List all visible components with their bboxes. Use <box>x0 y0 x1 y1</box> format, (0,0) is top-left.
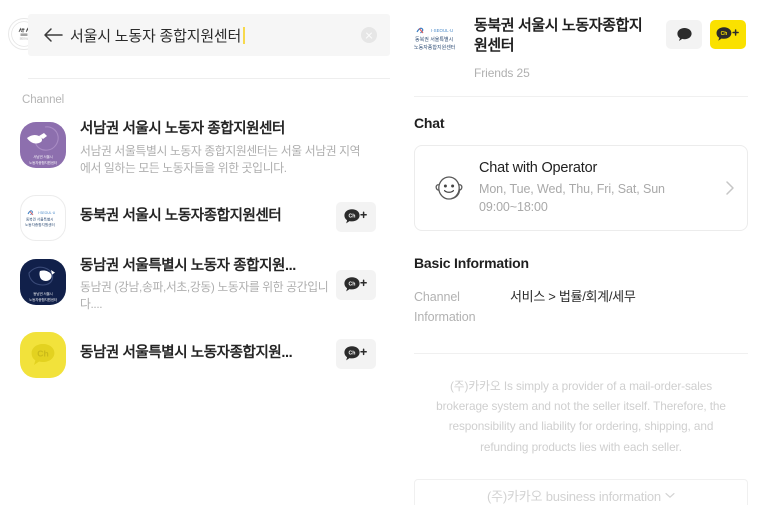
chat-card-title: Chat with Operator <box>479 159 598 176</box>
add-channel-icon: Ch <box>716 27 739 41</box>
search-results-panel: SEOUL 서울시 노동자 종합지원센터 Channel 서남권 서울시 노동자… <box>0 0 390 505</box>
add-channel-button[interactable]: Ch <box>336 201 376 232</box>
avatar-caption: 서남권 서울시 <box>33 155 53 159</box>
header-divider <box>414 95 748 97</box>
add-channel-button[interactable]: Ch <box>336 338 376 369</box>
search-input-text[interactable]: 서울시 노동자 종합지원센터 <box>70 25 352 46</box>
detail-channel-logo: I·SEOUL·U 동북권 서울특별시 노동자종합지원센터 <box>410 14 466 64</box>
avatar-caption: 동남권 서울시 <box>33 291 53 296</box>
search-bar: SEOUL 서울시 노동자 종합지원센터 <box>0 14 390 56</box>
add-channel-button[interactable]: Ch <box>710 20 746 49</box>
info-value: 서비스 > 법률/회계/세무 <box>510 288 636 304</box>
disclaimer-text: (주)카카오 Is simply a provider of a mail-or… <box>436 378 726 454</box>
channel-avatar: Ch <box>20 331 66 378</box>
basic-information-title: Basic Information <box>414 254 529 271</box>
channel-detail-panel: I·SEOUL·U 동북권 서울특별시 노동자종합지원센터 동북권 서울시 노동… <box>390 0 760 505</box>
detail-actions: Ch <box>666 14 746 49</box>
info-row: Channel Information 서비스 > 법률/회계/세무 <box>414 287 748 327</box>
channel-results-list: 서남권 서울시 노동자종합지원센터 서남권 서울시 노동자 종합지원센터 서남권… <box>0 112 390 386</box>
list-item[interactable]: Ch 동남권 서울특별시 노동자종합지원... Ch <box>0 322 390 386</box>
map-icon <box>28 266 55 286</box>
svg-text:동북권 서울특별시: 동북권 서울특별시 <box>26 216 53 221</box>
list-item-title: 서남권 서울시 노동자 종합지원센터 <box>80 121 285 137</box>
channel-bubble-icon: Ch <box>31 343 55 365</box>
search-input-container[interactable]: 서울시 노동자 종합지원센터 <box>28 14 390 56</box>
chat-card-hours: 09:00~18:00 <box>479 199 548 214</box>
chevron-down-icon <box>665 493 675 499</box>
svg-text:동북권 서울특별시: 동북권 서울특별시 <box>415 36 453 43</box>
back-arrow-icon <box>44 28 63 42</box>
chat-button[interactable] <box>666 20 702 49</box>
svg-text:Ch: Ch <box>349 350 356 356</box>
results-section-label: Channel <box>22 94 65 106</box>
search-query-value: 서울시 노동자 종합지원센터 <box>70 27 242 45</box>
list-item-text: 서남권 서울시 노동자 종합지원센터 서남권 서울특별시 노동자 종합지원센터는… <box>66 120 376 177</box>
list-item-title: 동북권 서울시 노동자종합지원센터 <box>80 207 282 224</box>
kakao-channel-search-screen: SEOUL 서울시 노동자 종합지원센터 Channel 서남권 서울시 노동자… <box>0 0 760 505</box>
add-channel-icon: Ch <box>344 209 367 224</box>
svg-text:노동자종합지원센터: 노동자종합지원센터 <box>25 222 55 227</box>
list-item[interactable]: I·SEOUL·U 동북권 서울특별시 노동자종합지원센터 동북권 서울시 노동… <box>0 185 390 249</box>
map-icon <box>27 126 59 151</box>
svg-text:I·SEOUL·U: I·SEOUL·U <box>38 211 56 215</box>
list-item[interactable]: 서남권 서울시 노동자종합지원센터 서남권 서울시 노동자 종합지원센터 서남권… <box>0 112 390 185</box>
avatar-artwork: I·SEOUL·U 동북권 서울특별시 노동자종합지원센터 <box>21 196 65 240</box>
add-channel-icon: Ch <box>344 277 367 292</box>
chat-card-text: Chat with Operator Mon, Tue, Wed, Thu, F… <box>471 160 715 216</box>
channel-logo-icon: I·SEOUL·U 동북권 서울특별시 노동자종합지원센터 <box>414 27 455 51</box>
add-channel-icon: Ch <box>344 345 367 360</box>
list-item-text: 동남권 서울특별시 노동자종합지원... <box>66 344 336 364</box>
svg-text:Ch: Ch <box>37 348 48 358</box>
list-item-title: 동남권 서울특별시 노동자 종합지원... <box>80 257 296 274</box>
avatar-artwork: 동남권 서울시 노동자종합지원센터 <box>20 259 66 305</box>
avatar-artwork: Ch <box>20 332 66 378</box>
close-icon <box>361 27 377 43</box>
footer-divider <box>414 352 748 354</box>
chat-card-days: Mon, Tue, Wed, Thu, Fri, Sat, Sun <box>479 181 665 196</box>
friends-count: Friends 25 <box>474 65 530 80</box>
operator-face-icon-wrap <box>427 172 471 204</box>
list-item-description: 서남권 서울특별시 노동자 종합지원센터는 서울 서남권 지역에서 일하는 모든… <box>80 143 361 175</box>
chat-bubble-icon <box>676 28 692 41</box>
list-item-text: 동남권 서울특별시 노동자 종합지원... 동남권 (강남,송파,서초,강동) … <box>66 257 336 314</box>
info-key: Channel Information <box>414 289 476 324</box>
chat-with-operator-card[interactable]: Chat with Operator Mon, Tue, Wed, Thu, F… <box>414 144 748 231</box>
list-item-title: 동남권 서울특별시 노동자종합지원... <box>80 344 293 361</box>
svg-text:Ch: Ch <box>721 31 728 37</box>
list-item-description: 동남권 (강남,송파,서초,강동) 노동자를 위한 공간입니다.... <box>80 280 329 312</box>
avatar-caption-2: 노동자종합지원센터 <box>29 297 57 302</box>
svg-text:노동자종합지원센터: 노동자종합지원센터 <box>414 44 455 51</box>
channel-avatar: 동남권 서울시 노동자종합지원센터 <box>20 258 66 305</box>
svg-text:Ch: Ch <box>349 282 356 288</box>
text-caret <box>243 26 246 44</box>
avatar-caption-2: 노동자종합지원센터 <box>29 161 57 165</box>
list-item-text: 동북권 서울시 노동자종합지원센터 <box>66 207 336 227</box>
back-button[interactable] <box>36 27 70 43</box>
chat-section: Chat Chat with Operator Mon, Tue, Wed, T… <box>402 115 760 327</box>
add-channel-button[interactable]: Ch <box>336 270 376 301</box>
detail-title-wrap: 동북권 서울시 노동자종합지원센터 Friends 25 <box>466 14 666 80</box>
detail-header: I·SEOUL·U 동북권 서울특별시 노동자종합지원센터 동북권 서울시 노동… <box>402 0 760 80</box>
channel-avatar: 서남권 서울시 노동자종합지원센터 <box>20 122 66 168</box>
svg-text:Ch: Ch <box>349 213 356 219</box>
operator-face-icon <box>435 175 463 200</box>
business-information-label: (주)카카오 business information <box>487 489 661 505</box>
page-title: 동북권 서울시 노동자종합지원센터 <box>474 17 643 55</box>
svg-text:I·SEOUL·U: I·SEOUL·U <box>431 28 453 33</box>
channel-avatar: I·SEOUL·U 동북권 서울특별시 노동자종합지원센터 <box>20 194 66 241</box>
channel-logo-icon: I·SEOUL·U 동북권 서울특별시 노동자종합지원센터 <box>25 210 56 227</box>
chat-section-title: Chat <box>414 114 445 131</box>
business-information-button[interactable]: (주)카카오 business information <box>414 478 748 505</box>
avatar-artwork: 서남권 서울시 노동자종합지원센터 <box>20 122 66 168</box>
clear-search-button[interactable] <box>352 14 386 56</box>
list-item[interactable]: 동남권 서울시 노동자종합지원센터 동남권 서울특별시 노동자 종합지원... … <box>0 249 390 322</box>
chevron-right-icon <box>715 180 735 196</box>
search-divider <box>28 78 390 79</box>
